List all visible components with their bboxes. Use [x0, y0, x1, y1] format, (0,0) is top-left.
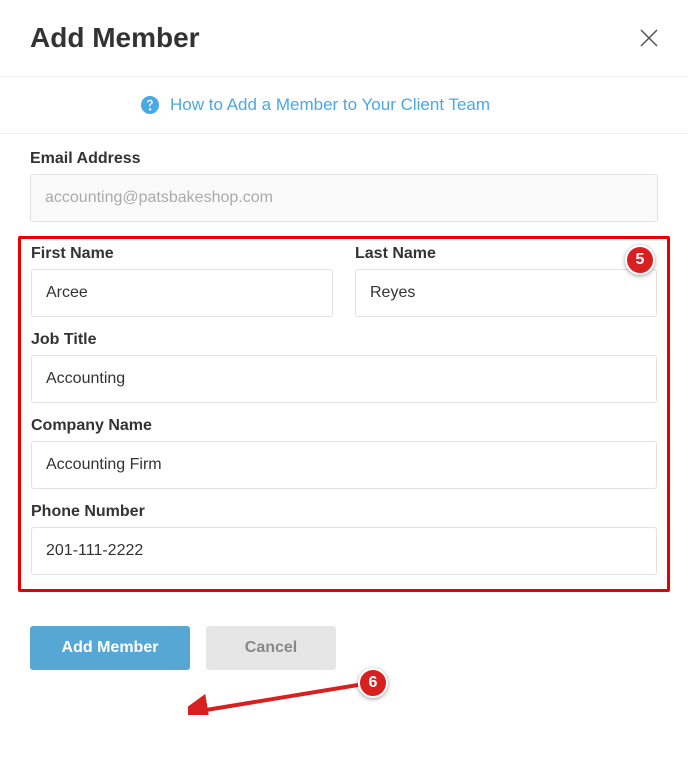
- email-field-group: Email Address: [30, 150, 658, 222]
- help-row: How to Add a Member to Your Client Team: [0, 77, 688, 134]
- last-name-input[interactable]: [355, 269, 657, 317]
- job-title-input[interactable]: [31, 355, 657, 403]
- job-title-field-group: Job Title: [31, 331, 657, 403]
- name-row: First Name Last Name: [31, 245, 657, 317]
- job-title-label: Job Title: [31, 331, 657, 349]
- close-icon: [638, 27, 660, 49]
- form-area: Email Address 5 First Name Last Name Job…: [0, 134, 688, 592]
- close-button[interactable]: [638, 27, 660, 49]
- last-name-label: Last Name: [355, 245, 657, 263]
- modal-title: Add Member: [30, 22, 200, 54]
- button-row: Add Member Cancel: [0, 592, 688, 670]
- add-member-button[interactable]: Add Member: [30, 626, 190, 670]
- callout-5: 5: [625, 245, 655, 275]
- email-input[interactable]: [30, 174, 658, 222]
- help-icon: [140, 95, 160, 115]
- highlight-box-5: 5 First Name Last Name Job Title Company…: [18, 236, 670, 592]
- company-label: Company Name: [31, 417, 657, 435]
- phone-input[interactable]: [31, 527, 657, 575]
- company-input[interactable]: [31, 441, 657, 489]
- phone-label: Phone Number: [31, 503, 657, 521]
- modal-header: Add Member: [0, 0, 688, 77]
- arrow-annotation: [188, 675, 364, 715]
- last-name-field-group: Last Name: [355, 245, 657, 317]
- callout-6: 6: [358, 668, 388, 698]
- help-link[interactable]: How to Add a Member to Your Client Team: [170, 95, 490, 115]
- phone-field-group: Phone Number: [31, 503, 657, 575]
- add-member-modal: Add Member How to Add a Member to Your C…: [0, 0, 688, 762]
- company-field-group: Company Name: [31, 417, 657, 489]
- cancel-button[interactable]: Cancel: [206, 626, 336, 670]
- email-label: Email Address: [30, 150, 658, 168]
- first-name-field-group: First Name: [31, 245, 333, 317]
- first-name-label: First Name: [31, 245, 333, 263]
- first-name-input[interactable]: [31, 269, 333, 317]
